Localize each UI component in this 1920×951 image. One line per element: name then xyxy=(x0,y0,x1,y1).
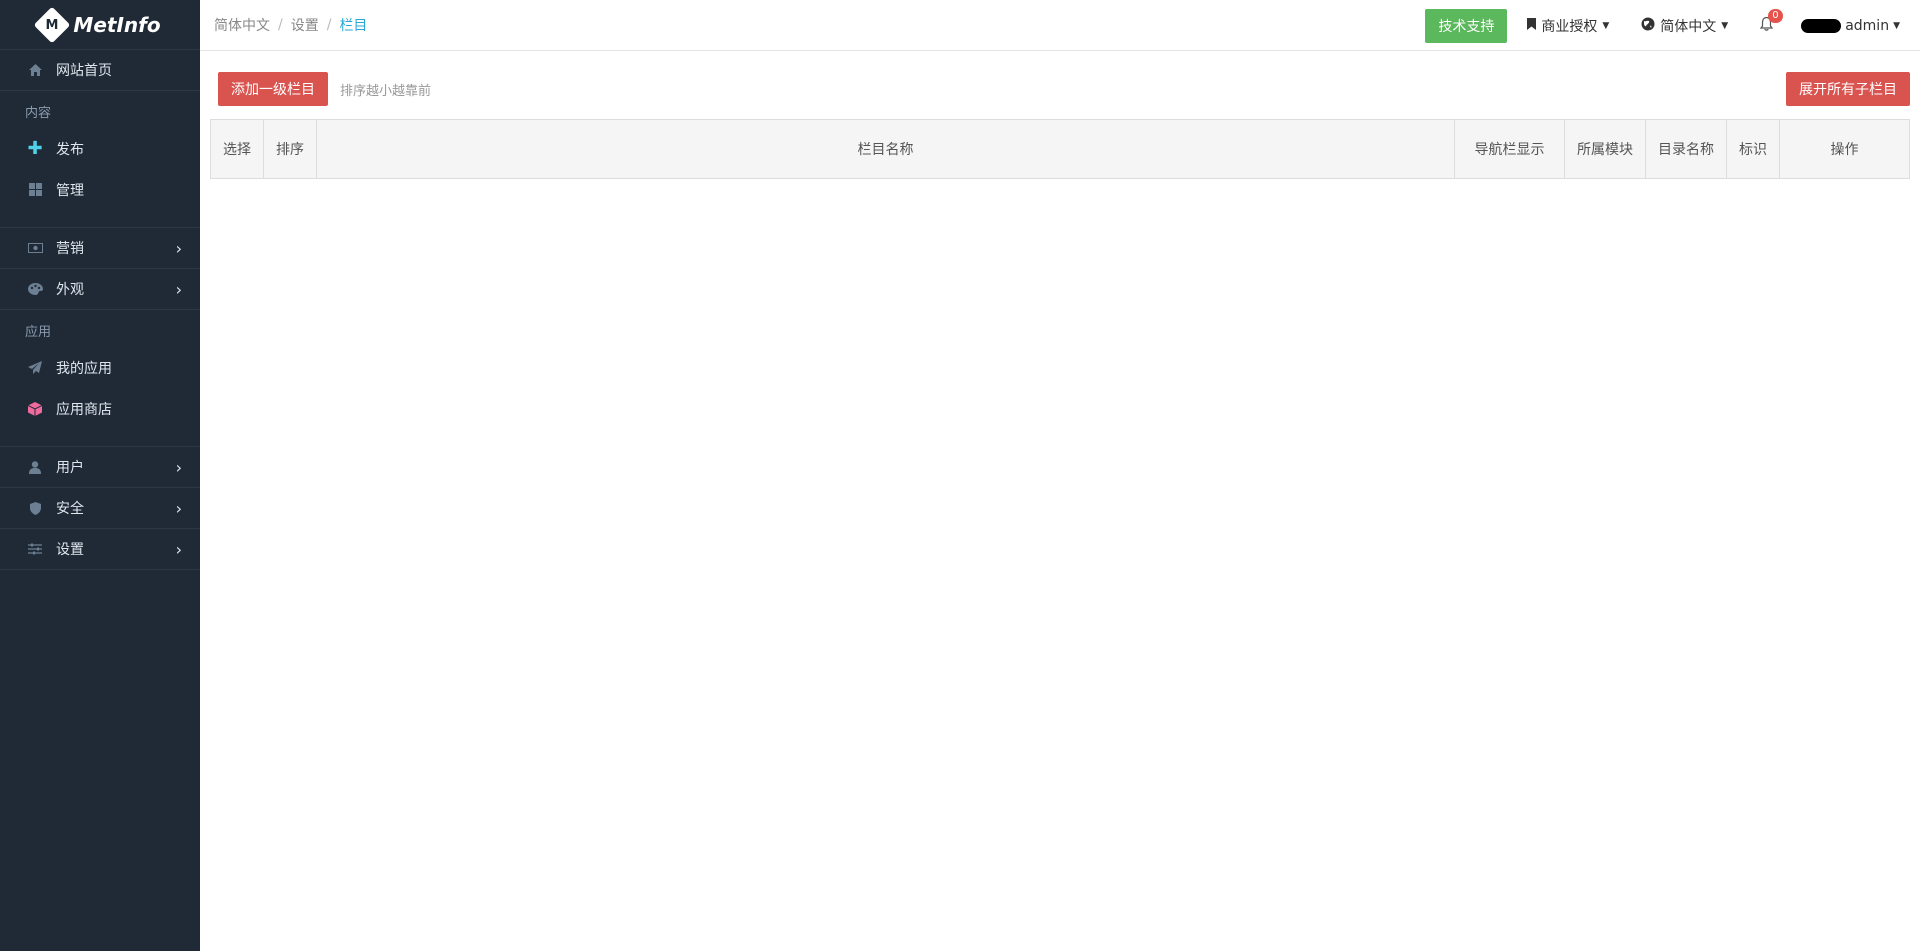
column-header-module: 所属模块 xyxy=(1564,119,1646,179)
shield-icon xyxy=(26,501,44,515)
home-icon xyxy=(26,64,44,76)
sidebar-item-security[interactable]: 安全 › xyxy=(0,488,200,529)
sidebar-item-users[interactable]: 用户 › xyxy=(0,447,200,488)
caret-down-icon: ▼ xyxy=(1893,20,1900,31)
language-label: 简体中文 xyxy=(1660,18,1717,35)
logo[interactable]: M MetInfo xyxy=(0,0,200,50)
sidebar-section-content: 内容 xyxy=(25,106,52,121)
bookmark-icon xyxy=(1527,17,1537,34)
columns-table: 选择 排序 栏目名称 导航栏显示 所属模块 目录名称 标识 操作 xyxy=(210,119,1910,179)
license-dropdown[interactable]: 商业授权 ▼ xyxy=(1527,16,1609,36)
sliders-icon xyxy=(26,543,44,555)
chevron-right-icon: › xyxy=(175,279,182,299)
globe-icon xyxy=(1641,17,1655,35)
column-header-directory: 目录名称 xyxy=(1645,119,1727,179)
user-menu[interactable]: admin ▼ xyxy=(1801,18,1900,34)
sidebar-item-appearance[interactable]: 外观 › xyxy=(0,269,200,310)
logo-mark-icon: M xyxy=(34,6,71,43)
sidebar-item-label: 用户 xyxy=(56,460,84,476)
expand-all-subcolumns-button[interactable]: 展开所有子栏目 xyxy=(1786,72,1910,106)
table-header-row: 选择 排序 栏目名称 导航栏显示 所属模块 目录名称 标识 操作 xyxy=(210,119,1910,179)
column-header-actions: 操作 xyxy=(1779,119,1910,179)
chevron-right-icon: › xyxy=(175,498,182,518)
sidebar-item-label: 设置 xyxy=(56,542,84,558)
column-header-select: 选择 xyxy=(210,119,264,179)
sidebar-item-label: 网站首页 xyxy=(56,63,112,79)
sidebar-item-label: 发布 xyxy=(56,141,84,158)
sort-hint: 排序越小越靠前 xyxy=(340,83,432,99)
sidebar-item-publish[interactable]: ✚ 发布 xyxy=(0,128,200,169)
add-top-level-column-button[interactable]: 添加一级栏目 xyxy=(218,72,328,106)
money-icon xyxy=(26,243,44,253)
breadcrumb: 简体中文 / 设置 / 栏目 xyxy=(214,15,367,35)
sidebar-item-label: 营销 xyxy=(56,241,84,257)
notifications-button[interactable]: 0 xyxy=(1760,8,1783,35)
cube-icon xyxy=(26,401,44,416)
grid-icon xyxy=(26,183,44,196)
sidebar-item-label: 安全 xyxy=(56,501,84,517)
sidebar: M MetInfo 网站首页 内容 ✚ 发布 管理 营销 › 外观 › 应用 我… xyxy=(0,0,200,951)
username: admin xyxy=(1845,17,1890,34)
avatar xyxy=(1801,18,1842,33)
plus-icon: ✚ xyxy=(27,138,43,159)
sidebar-item-marketing[interactable]: 营销 › xyxy=(0,228,200,269)
divider xyxy=(0,429,200,447)
sidebar-section-apps: 应用 xyxy=(25,325,52,340)
palette-icon xyxy=(26,283,44,295)
column-header-identifier: 标识 xyxy=(1726,119,1780,179)
sidebar-item-home[interactable]: 网站首页 xyxy=(0,50,200,91)
caret-down-icon: ▼ xyxy=(1602,20,1610,31)
caret-down-icon: ▼ xyxy=(1721,20,1729,31)
column-header-name: 栏目名称 xyxy=(316,119,1455,179)
notification-count-badge: 0 xyxy=(1768,8,1783,23)
column-header-order: 排序 xyxy=(263,119,317,179)
breadcrumb-settings[interactable]: 设置 xyxy=(291,15,319,35)
column-header-nav-display: 导航栏显示 xyxy=(1454,119,1565,179)
tech-support-button[interactable]: 技术支持 xyxy=(1425,8,1508,43)
sidebar-item-app-store[interactable]: 应用商店 xyxy=(0,388,200,429)
sidebar-item-label: 应用商店 xyxy=(56,401,112,418)
license-label: 商业授权 xyxy=(1541,18,1598,35)
breadcrumb-current: 栏目 xyxy=(339,18,368,34)
user-icon xyxy=(26,460,44,474)
chevron-right-icon: › xyxy=(175,539,182,559)
column-toolbar: 添加一级栏目 排序越小越靠前 xyxy=(218,72,431,106)
paper-plane-icon xyxy=(26,361,44,374)
top-header: 简体中文 / 设置 / 栏目 技术支持 商业授权 ▼ 简体中文 ▼ 0 admi… xyxy=(200,0,1920,51)
sidebar-item-manage[interactable]: 管理 xyxy=(0,169,200,210)
sidebar-item-label: 我的应用 xyxy=(56,360,112,377)
chevron-right-icon: › xyxy=(175,238,182,258)
breadcrumb-language[interactable]: 简体中文 xyxy=(214,15,270,35)
sidebar-item-label: 管理 xyxy=(56,182,84,199)
language-dropdown[interactable]: 简体中文 ▼ xyxy=(1641,16,1728,36)
divider xyxy=(0,210,200,228)
logo-text: MetInfo xyxy=(73,12,161,37)
header-actions: 技术支持 商业授权 ▼ 简体中文 ▼ 0 admin ▼ xyxy=(1425,0,1920,51)
breadcrumb-separator: / xyxy=(326,17,332,33)
sidebar-item-settings[interactable]: 设置 › xyxy=(0,529,200,570)
sidebar-item-my-apps[interactable]: 我的应用 xyxy=(0,347,200,388)
chevron-right-icon: › xyxy=(175,457,182,477)
sidebar-item-label: 外观 xyxy=(56,282,84,298)
breadcrumb-separator: / xyxy=(278,17,283,33)
